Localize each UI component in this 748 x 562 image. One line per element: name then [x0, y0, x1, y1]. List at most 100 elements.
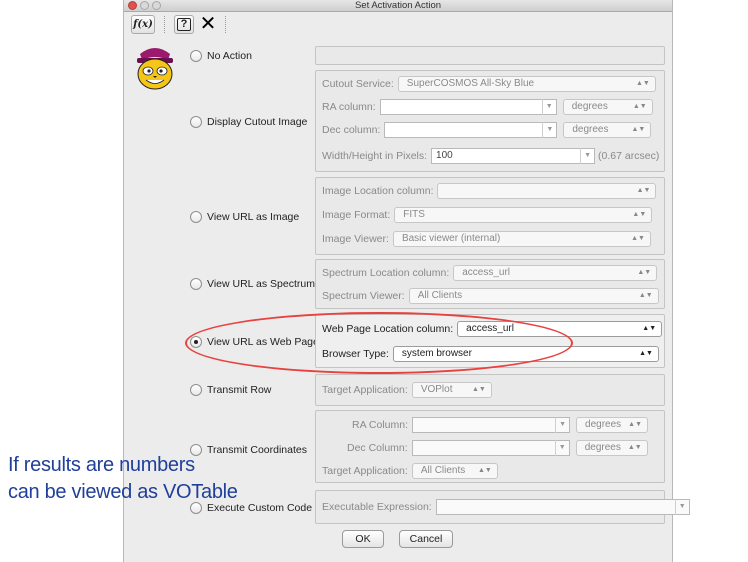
dropdown-arrow-icon[interactable]: ▼	[674, 499, 689, 515]
updown-arrow-icon: ▲▼	[477, 467, 492, 474]
radio-label: No Action	[207, 50, 252, 62]
dropdown-arrow-icon[interactable]: ▼	[555, 417, 569, 433]
radio-label: Display Cutout Image	[207, 116, 308, 128]
radio-label: View URL as Spectrum	[207, 278, 315, 290]
radio-button[interactable]	[190, 50, 202, 62]
dec-column-field: Dec column: ▼ degrees ▲▼	[322, 122, 652, 138]
updown-arrow-icon: ▲▼	[637, 269, 652, 276]
ra-column-input[interactable]: ▼	[379, 99, 557, 115]
updown-arrow-icon: ▲▼	[627, 444, 642, 451]
spectrum-location-label: Spectrum Location column:	[322, 267, 450, 279]
radio-label: View URL as Web Page	[207, 336, 319, 348]
browser-type-select[interactable]: system browser ▲▼	[392, 346, 659, 362]
toolbar-separator	[225, 16, 226, 33]
transmit-ra-unit-select[interactable]: degrees ▲▼	[576, 417, 649, 433]
function-icon[interactable]: f(x)	[131, 15, 155, 34]
radio-button[interactable]	[190, 116, 202, 128]
radio-view-url-as-spectrum[interactable]: View URL as Spectrum	[190, 276, 315, 292]
image-location-label: Image Location column:	[322, 185, 434, 197]
transmit-coordinates-panel: RA Column: ▼ degrees ▲▼ Dec Column: ▼ deg…	[315, 410, 665, 483]
image-format-select[interactable]: FITS ▲▼	[394, 207, 653, 223]
cutout-size-note: (0.67 arcsec)	[598, 150, 660, 162]
image-viewer-select[interactable]: Basic viewer (internal) ▲▼	[392, 231, 651, 247]
spectrum-panel: Spectrum Location column: access_url ▲▼ S…	[315, 259, 665, 309]
radio-label: Transmit Coordinates	[207, 444, 307, 456]
webpage-location-field: Web Page Location column: access_url ▲▼	[322, 321, 663, 337]
image-viewer-value: Basic viewer (internal)	[401, 233, 501, 244]
radio-button[interactable]	[190, 278, 202, 290]
radio-view-url-as-web-page[interactable]: View URL as Web Page	[190, 334, 319, 350]
window-title: Set Activation Action	[354, 0, 442, 11]
updown-arrow-icon: ▲▼	[636, 187, 651, 194]
radio-display-cutout-image[interactable]: Display Cutout Image	[190, 114, 307, 130]
cutout-size-label: Width/Height in Pixels:	[322, 150, 428, 162]
cancel-button[interactable]: Cancel	[399, 530, 453, 548]
webpage-location-value: access_url	[466, 323, 514, 334]
cutout-panel: Cutout Service: SuperCOSMOS All-Sky Blue…	[315, 70, 665, 172]
radio-transmit-row[interactable]: Transmit Row	[190, 382, 271, 398]
custom-code-label: Executable Expression:	[322, 501, 432, 513]
ra-column-field: RA column: ▼ degrees ▲▼	[322, 99, 653, 115]
dropdown-arrow-icon[interactable]: ▼	[554, 440, 569, 456]
zoom-window-button[interactable]	[152, 1, 161, 10]
updown-arrow-icon: ▲▼	[635, 80, 650, 87]
radio-label: Transmit Row	[207, 384, 272, 396]
image-format-label: Image Format:	[322, 209, 391, 221]
dec-column-input[interactable]: ▼	[384, 122, 558, 138]
ra-unit-value: degrees	[571, 101, 608, 112]
spectrum-location-select[interactable]: access_url ▲▼	[453, 265, 658, 281]
custom-code-input[interactable]: ▼	[435, 499, 690, 515]
updown-arrow-icon: ▲▼	[631, 126, 646, 133]
radio-label: View URL as Image	[207, 211, 300, 223]
dropdown-arrow-icon[interactable]: ▼	[580, 148, 594, 164]
browser-type-label: Browser Type:	[322, 348, 389, 360]
transmit-dec-field: Dec Column: ▼ degrees ▲▼	[347, 440, 648, 456]
ra-unit-select[interactable]: degrees ▲▼	[562, 99, 653, 115]
minimize-window-button[interactable]	[140, 1, 149, 10]
updown-arrow-icon: ▲▼	[471, 386, 486, 393]
transmit-ra-field: RA Column: ▼ degrees ▲▼	[352, 417, 649, 433]
cutout-service-select[interactable]: SuperCOSMOS All-Sky Blue ▲▼	[397, 76, 656, 92]
transmit-ra-input[interactable]: ▼	[412, 417, 571, 433]
spectrum-location-value: access_url	[462, 267, 511, 278]
transmit-dec-unit-select[interactable]: degrees ▲▼	[575, 440, 648, 456]
close-window-button[interactable]	[128, 1, 137, 10]
updown-arrow-icon: ▲▼	[632, 103, 647, 110]
radio-button[interactable]	[190, 211, 202, 223]
radio-button[interactable]	[190, 384, 202, 396]
close-icon[interactable]: ✕	[198, 14, 218, 34]
cutout-size-input[interactable]: 100 ▼	[431, 148, 596, 164]
updown-arrow-icon: ▲▼	[642, 325, 657, 332]
dropdown-arrow-icon[interactable]: ▼	[541, 99, 556, 115]
dec-column-label: Dec column:	[322, 124, 381, 136]
transmit-row-target-select[interactable]: VOPlot ▲▼	[411, 382, 492, 398]
webpage-location-select[interactable]: access_url ▲▼	[457, 321, 663, 337]
spectrum-viewer-select[interactable]: All Clients ▲▼	[408, 288, 659, 304]
dropdown-arrow-icon[interactable]: ▼	[542, 122, 556, 138]
help-button[interactable]: ?	[174, 15, 194, 34]
radio-button-selected[interactable]	[190, 336, 202, 348]
title-bar: Set Activation Action	[124, 0, 672, 12]
dec-unit-select[interactable]: degrees ▲▼	[563, 122, 652, 138]
spectrum-location-field: Spectrum Location column: access_url ▲▼	[322, 265, 658, 281]
annotation-line-2: can be viewed as VOTable	[8, 481, 238, 503]
webpage-panel: Web Page Location column: access_url ▲▼ B…	[315, 314, 665, 368]
transmit-coords-target-label: Target Application:	[322, 465, 408, 477]
dec-unit-value: degrees	[572, 124, 609, 135]
radio-view-url-as-image[interactable]: View URL as Image	[190, 209, 299, 225]
transmit-coords-target-value: All Clients	[420, 465, 466, 476]
cutout-size-field: Width/Height in Pixels: 100 ▼ (0.67 arcse…	[322, 148, 663, 164]
activation-dialog: Set Activation Action f(x) ? ✕ No Action…	[123, 0, 690, 562]
transmit-dec-input[interactable]: ▼	[411, 440, 570, 456]
transmit-coords-target-select[interactable]: All Clients ▲▼	[411, 463, 498, 479]
radio-no-action[interactable]: No Action	[190, 48, 252, 64]
updown-arrow-icon: ▲▼	[631, 235, 645, 242]
cutout-service-label: Cutout Service:	[322, 78, 394, 90]
ra-column-label: RA column:	[322, 101, 376, 113]
image-viewer-field: Image Viewer: Basic viewer (internal) ▲▼	[322, 231, 651, 247]
spectrum-viewer-field: Spectrum Viewer: All Clients ▲▼	[322, 288, 659, 304]
ok-button[interactable]: OK	[342, 530, 384, 548]
image-location-select[interactable]: ▲▼	[437, 183, 657, 199]
radio-transmit-coordinates[interactable]: Transmit Coordinates	[190, 442, 307, 458]
updown-arrow-icon: ▲▼	[638, 292, 653, 299]
